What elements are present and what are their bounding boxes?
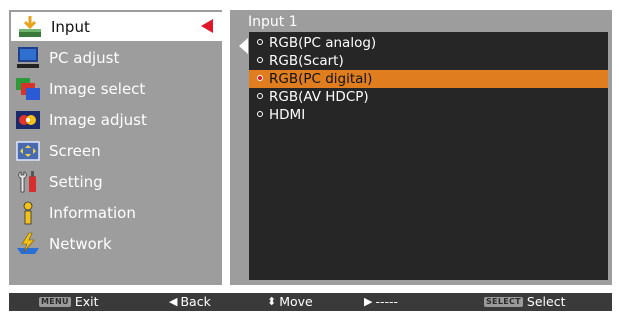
pc-adjust-icon [14, 46, 42, 70]
menu-label-screen: Screen [49, 141, 101, 160]
radio-icon [257, 57, 263, 63]
left-arrow-icon: ◀ [169, 295, 178, 308]
option-label: HDMI [269, 107, 306, 123]
option-label: RGB(AV HDCP) [269, 89, 369, 105]
radio-icon [257, 93, 263, 99]
submenu-options-list: RGB(PC analog) RGB(Scart) RGB(PC digital… [249, 32, 608, 280]
help-select-label: Select [526, 294, 566, 309]
option-label: RGB(PC analog) [269, 35, 377, 51]
option-rgb-av-hdcp[interactable]: RGB(AV HDCP) [249, 88, 608, 106]
image-adjust-icon [14, 108, 42, 132]
help-move: ⬍ Move [267, 293, 313, 311]
help-bar: MENU Exit ◀ Back ⬍ Move ▶ ----- SELECT S… [9, 293, 612, 311]
menu-item-screen[interactable]: Screen [9, 136, 222, 165]
option-rgb-pc-analog[interactable]: RGB(PC analog) [249, 34, 608, 52]
menu-label-input: Input [51, 17, 90, 36]
right-arrow-icon: ▶ [364, 295, 373, 308]
main-menu-panel: Input PC adjust Image select Image adjus… [9, 10, 223, 285]
input-icon [16, 15, 44, 39]
menu-label-image-select: Image select [49, 79, 146, 98]
information-icon [14, 201, 42, 225]
network-icon [14, 232, 42, 256]
option-rgb-pc-digital[interactable]: RGB(PC digital) [249, 70, 608, 88]
radio-icon [257, 111, 263, 117]
menu-label-setting: Setting [49, 172, 103, 191]
help-next: ▶ ----- [364, 293, 398, 311]
help-exit-label: Exit [74, 294, 99, 309]
menu-label-information: Information [49, 203, 136, 222]
help-next-label: ----- [375, 294, 399, 309]
select-key-badge: SELECT [484, 297, 523, 307]
help-exit: MENU Exit [39, 293, 99, 311]
help-move-label: Move [279, 294, 313, 309]
option-hdmi[interactable]: HDMI [249, 106, 608, 124]
menu-item-network[interactable]: Network [9, 229, 222, 258]
menu-item-setting[interactable]: Setting [9, 167, 222, 196]
menu-item-input[interactable]: Input [11, 12, 223, 41]
projector-menu: Input PC adjust Image select Image adjus… [0, 0, 619, 316]
menu-label-pc-adjust: PC adjust [49, 48, 120, 67]
setting-icon [14, 170, 42, 194]
image-select-icon [14, 77, 42, 101]
selection-arrow-icon [201, 19, 213, 33]
menu-item-information[interactable]: Information [9, 198, 222, 227]
up-down-arrow-icon: ⬍ [267, 295, 277, 308]
option-rgb-scart[interactable]: RGB(Scart) [249, 52, 608, 70]
option-label: RGB(Scart) [269, 53, 344, 69]
option-label: RGB(PC digital) [269, 71, 373, 87]
help-select: SELECT Select [484, 293, 565, 311]
screen-icon [14, 139, 42, 163]
menu-item-pc-adjust[interactable]: PC adjust [9, 43, 222, 72]
menu-item-image-adjust[interactable]: Image adjust [9, 105, 222, 134]
help-back: ◀ Back [169, 293, 211, 311]
menu-key-badge: MENU [39, 297, 71, 307]
menu-item-image-select[interactable]: Image select [9, 74, 222, 103]
menu-label-network: Network [49, 234, 112, 253]
menu-label-image-adjust: Image adjust [49, 110, 147, 129]
help-back-label: Back [180, 294, 211, 309]
submenu-title: Input 1 [248, 14, 298, 30]
submenu-panel: Input 1 RGB(PC analog) RGB(Scart) RGB(PC… [230, 10, 612, 285]
submenu-pointer-icon [239, 38, 248, 54]
radio-icon [257, 39, 263, 45]
radio-selected-icon [257, 75, 263, 81]
